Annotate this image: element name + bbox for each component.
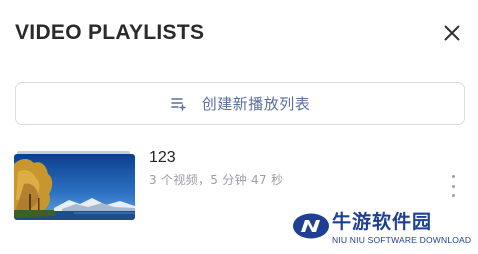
playlist-thumbnail (14, 154, 135, 220)
watermark-name: 牛游软件园 (332, 211, 433, 233)
more-dot (451, 175, 455, 178)
create-playlist-label: 创建新播放列表 (201, 94, 311, 113)
watermark-subtitle: NIU NIU SOFTWARE DOWNLOAD (332, 235, 472, 245)
close-icon (444, 25, 460, 41)
close-button[interactable] (437, 18, 467, 48)
more-dot (451, 184, 455, 188)
watermark-logo (293, 213, 329, 239)
playlist-add-icon (170, 95, 188, 113)
playlist-title: 123 (149, 149, 176, 166)
playlists-panel: VIDEO PLAYLISTS 创建新播放列表 123 3 个视频，5 分钟 4… (0, 0, 478, 254)
more-vertical-icon[interactable] (444, 175, 462, 197)
create-playlist-button[interactable]: 创建新播放列表 (15, 82, 465, 125)
panel-title: VIDEO PLAYLISTS (15, 21, 205, 44)
watermark: 牛游软件园 NIU NIU SOFTWARE DOWNLOAD (292, 210, 472, 248)
more-dot (451, 194, 455, 197)
playlist-meta: 3 个视频，5 分钟 47 秒 (149, 173, 284, 187)
